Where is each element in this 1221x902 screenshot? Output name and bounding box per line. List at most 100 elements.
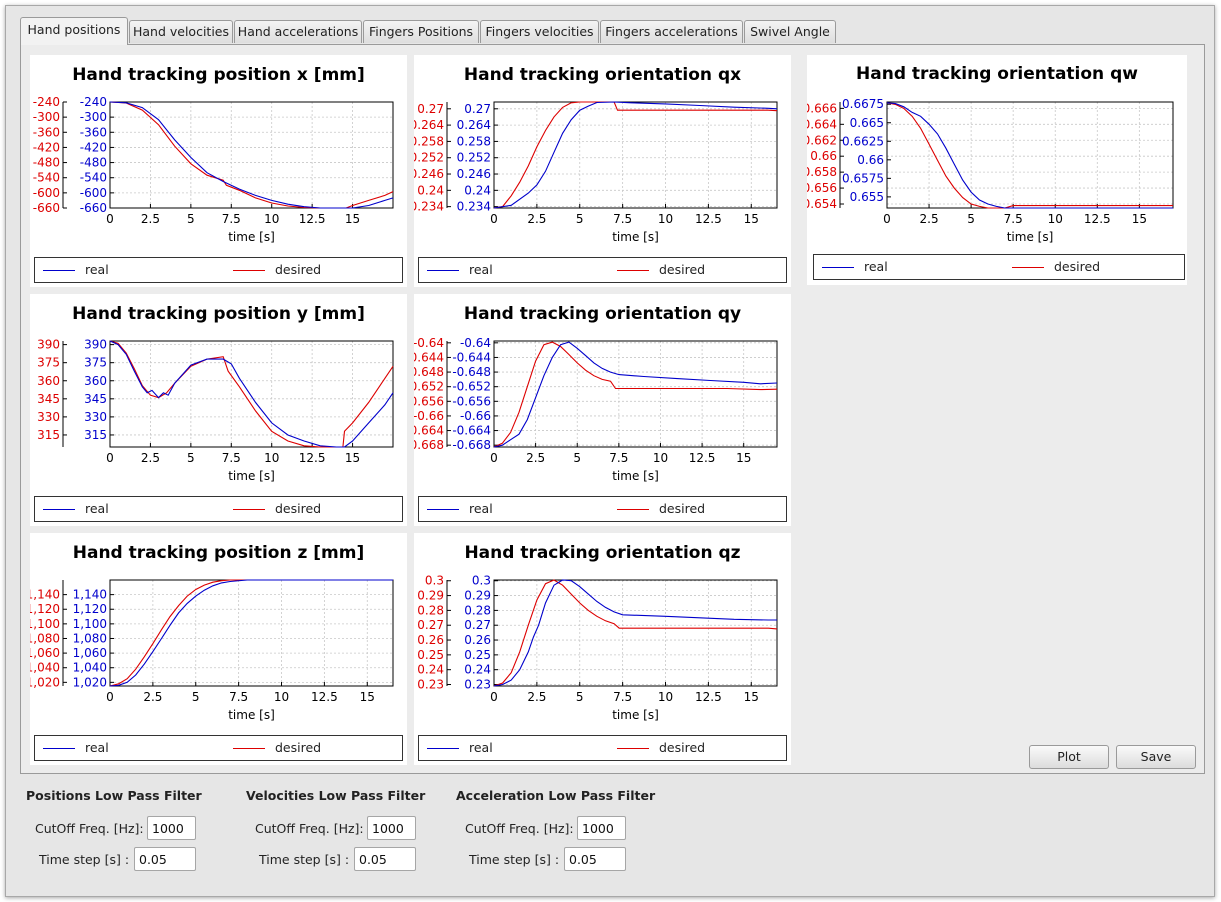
y-tick-label-inner: 0.26 <box>464 633 491 647</box>
y-tick-label-left: 0.23 <box>417 678 444 692</box>
y-tick-label-inner: -240 <box>80 95 107 109</box>
x-tick-label: 5 <box>967 212 975 226</box>
series-line-real <box>109 579 393 687</box>
y-tick-label-inner: -300 <box>80 110 107 124</box>
acceleration-cutoff-input[interactable] <box>577 816 626 840</box>
y-tick-label-inner: 390 <box>84 338 107 352</box>
y-tick-label-inner: 1,060 <box>73 646 107 660</box>
tab-fingers-positions[interactable]: Fingers Positions <box>363 20 479 43</box>
legend-real-swatch <box>427 509 459 510</box>
tab-swivel-angle[interactable]: Swivel Angle <box>744 20 836 43</box>
y-tick-label-inner: -0.656 <box>452 394 491 408</box>
legend-desired: desired <box>617 740 705 755</box>
legend-desired-swatch <box>233 509 265 510</box>
x-tick-label: 0 <box>490 451 498 465</box>
y-tick-label-inner: 0.252 <box>457 151 491 165</box>
positions-cutoff-input[interactable] <box>147 816 196 840</box>
y-tick-label-left: 0.264 <box>414 118 444 132</box>
velocities-cutoff-input[interactable] <box>367 816 416 840</box>
x-tick-label: 0 <box>106 690 114 704</box>
save-button[interactable]: Save <box>1116 745 1196 769</box>
legend-real-swatch <box>43 270 75 271</box>
x-tick-label: 15 <box>736 451 751 465</box>
x-tick-label: 7.5 <box>229 690 248 704</box>
x-tick-label: 12.5 <box>299 212 326 226</box>
tab-hand-accelerations[interactable]: Hand accelerations <box>234 20 362 43</box>
y-tick-label-left: -0.652 <box>414 380 444 394</box>
y-tick-label-left: 0.658 <box>807 165 837 179</box>
x-tick-label: 7.5 <box>222 212 241 226</box>
plot-canvas-orientation-qy: -0.64-0.644-0.648-0.652-0.656-0.66-0.664… <box>414 336 778 483</box>
velocities-timestep-input[interactable] <box>354 847 416 871</box>
x-tick-label: 10 <box>264 212 279 226</box>
legend-real-label: real <box>469 262 493 277</box>
legend-desired-label: desired <box>275 740 322 755</box>
tab-hand-velocities[interactable]: Hand velocities <box>129 20 233 43</box>
legend-real-label: real <box>85 740 109 755</box>
plot-legend: real desired <box>34 735 403 761</box>
plot-canvas-position-x: -240-300-360-420-480-540-600-660-240-300… <box>33 95 394 244</box>
legend-real: real <box>427 501 493 516</box>
x-tick-label: 10 <box>658 690 673 704</box>
legend-real-swatch <box>43 509 75 510</box>
y-tick-label-left: 0.24 <box>417 663 444 677</box>
tab-hand-positions[interactable]: Hand positions <box>20 17 128 45</box>
x-tick-label: 12.5 <box>695 690 722 704</box>
plot-frame <box>886 101 1174 209</box>
y-tick-label-inner: -0.668 <box>452 438 491 452</box>
legend-desired: desired <box>233 262 321 277</box>
plot-card-orientation-qz: Hand tracking orientation qz 0.3 0.29 0.28… <box>414 533 791 765</box>
x-tick-label: 15 <box>1132 212 1147 226</box>
x-tick-label: 10 <box>653 451 668 465</box>
velocities-cutoff-label: CutOff Freq. [Hz]: <box>255 821 364 836</box>
tab-fingers-accelerations[interactable]: Fingers accelerations <box>600 20 743 43</box>
y-tick-label-left: -0.668 <box>414 438 444 452</box>
x-tick-label: 0 <box>490 690 498 704</box>
y-tick-label-left: 0.3 <box>425 574 444 588</box>
y-tick-label-left: -660 <box>33 201 60 215</box>
legend-desired: desired <box>617 262 705 277</box>
positions-timestep-input[interactable] <box>134 847 196 871</box>
y-tick-label-left: 1,120 <box>30 602 60 616</box>
y-tick-label-left: 0.664 <box>807 117 837 131</box>
series-line-real <box>886 102 1173 209</box>
y-tick-label-left: -0.648 <box>414 365 444 379</box>
y-tick-label-inner: 0.3 <box>472 574 491 588</box>
y-tick-label-inner: 0.6675 <box>842 97 884 111</box>
y-tick-label-left: 0.252 <box>414 151 444 165</box>
x-tick-label: 5 <box>576 690 584 704</box>
x-axis-label: time [s] <box>612 469 659 483</box>
x-tick-label: 2.5 <box>143 690 162 704</box>
plot-legend: real desired <box>34 496 403 522</box>
y-tick-label-left: 315 <box>37 428 60 442</box>
y-tick-label-left: 1,040 <box>30 661 60 675</box>
x-axis-label: time [s] <box>612 230 659 244</box>
y-tick-label-inner: 0.23 <box>464 678 491 692</box>
y-tick-label-inner: -360 <box>80 125 107 139</box>
y-tick-label-left: -420 <box>33 140 60 154</box>
y-tick-label-inner: 0.665 <box>850 116 884 130</box>
x-tick-label: 12.5 <box>689 451 716 465</box>
x-tick-label: 12.5 <box>695 212 722 226</box>
x-tick-label: 2.5 <box>527 212 546 226</box>
x-tick-label: 0 <box>106 451 114 465</box>
x-tick-label: 5 <box>573 451 581 465</box>
series-line-desired <box>493 101 778 209</box>
y-tick-label-inner: 1,080 <box>73 631 107 645</box>
y-tick-label-left: 1,080 <box>30 631 60 645</box>
legend-desired-swatch <box>617 270 649 271</box>
application-window: Hand positions Hand velocities Hand acce… <box>5 5 1215 897</box>
y-tick-label-inner: 0.24 <box>464 183 491 197</box>
plot-button[interactable]: Plot <box>1029 745 1109 769</box>
plot-card-position-y: Hand tracking position y [mm] 390 375 360 3… <box>30 294 407 526</box>
plot-card-position-z: Hand tracking position z [mm] 1,1401,120… <box>30 533 407 765</box>
y-tick-label-left: 1,020 <box>30 675 60 689</box>
legend-desired: desired <box>233 501 321 516</box>
x-tick-label: 15 <box>360 690 375 704</box>
y-tick-label-left: -0.656 <box>414 394 444 408</box>
legend-desired-label: desired <box>275 262 322 277</box>
legend-desired-swatch <box>233 748 265 749</box>
tab-fingers-velocities[interactable]: Fingers velocities <box>480 20 599 43</box>
plot-legend: real desired <box>418 496 787 522</box>
acceleration-timestep-input[interactable] <box>564 847 626 871</box>
